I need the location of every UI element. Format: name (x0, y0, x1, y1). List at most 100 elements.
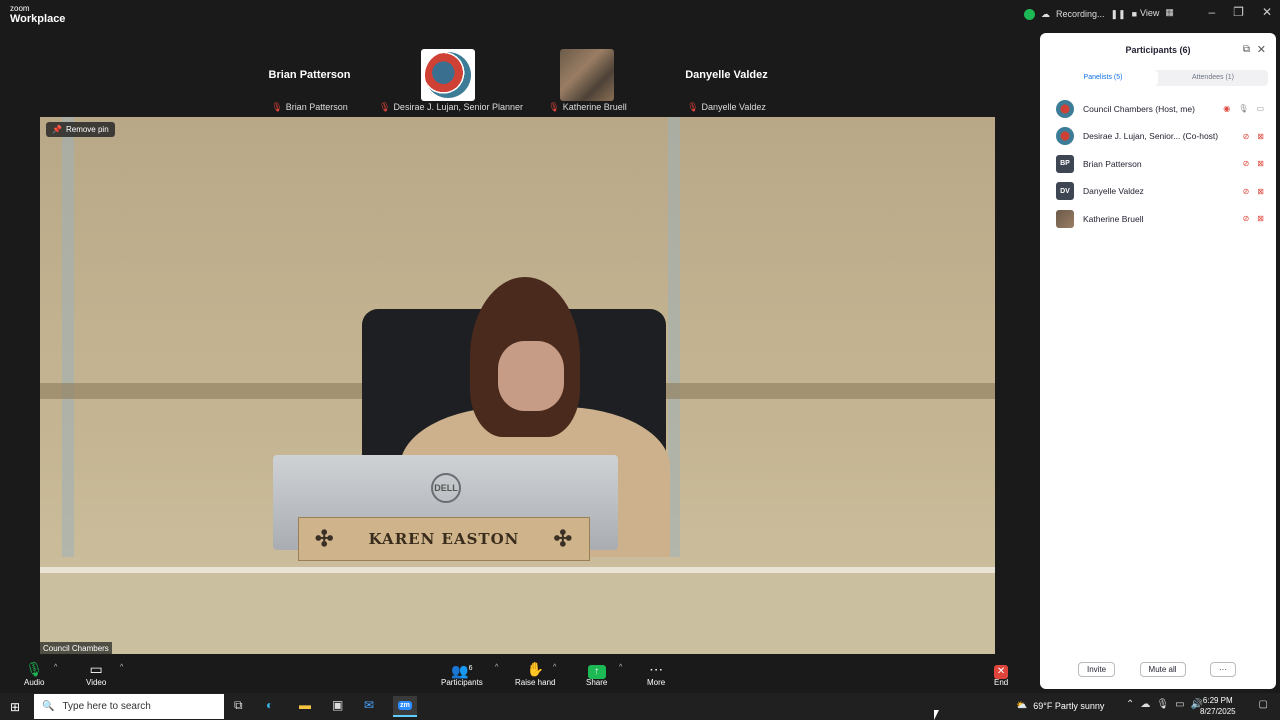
share-button[interactable]: ↑ Share ^ (586, 660, 622, 687)
camera-off-icon[interactable]: ⊠ (1257, 214, 1264, 223)
tile-label: 🎙 Katherine Bruell (518, 102, 657, 113)
zoom-logo: zoom Workplace (10, 4, 65, 25)
participant-avatar (1056, 127, 1074, 146)
list-item[interactable]: DV Danyelle Valdez ⊘ ⊠ (1056, 178, 1266, 206)
minimize-button[interactable]: – (1208, 5, 1215, 19)
view-button[interactable]: View ▦ (1140, 7, 1174, 18)
tile-name: Danyelle Valdez (685, 69, 768, 81)
onedrive-icon[interactable]: ☁ (1140, 699, 1150, 710)
end-button[interactable]: ✕ End (994, 660, 1008, 687)
participant-list: Council Chambers (Host, me) ◉ 🎙 ▭ Desirae … (1056, 95, 1266, 233)
main-video[interactable]: DELL ✣ KAREN EASTON ✣ (40, 117, 995, 654)
raise-hand-button[interactable]: ✋ Raise hand ^ (515, 660, 556, 687)
system-tray: ⌃ ☁ 🎙 ▭ 🔊 (1126, 699, 1203, 710)
participant-avatar: DV (1056, 182, 1074, 201)
clock[interactable]: 6:29 PM 8/27/2025 (1200, 695, 1236, 717)
participant-name: Council Chambers (Host, me) (1083, 103, 1195, 114)
gallery-tile[interactable]: 🎙 Desirae J. Lujan, Senior Planner (379, 46, 523, 124)
mail-icon[interactable]: ✉ (364, 698, 374, 712)
more-options-button[interactable]: ··· (1209, 662, 1236, 677)
recording-label: Recording... (1056, 9, 1105, 19)
chevron-up-icon[interactable]: ^ (495, 664, 498, 671)
tile-label: 🎙 Desirae J. Lujan, Senior Planner (379, 102, 523, 113)
clock-date: 8/27/2025 (1200, 707, 1236, 716)
tab-panelists[interactable]: Panelists (5) (1048, 70, 1158, 86)
muted-mic-icon[interactable]: ⊘ (1243, 187, 1250, 196)
participant-name: Desirae J. Lujan, Senior... (Co-host) (1083, 131, 1219, 142)
video-label: Video (86, 678, 107, 687)
remove-pin-label: Remove pin (65, 125, 109, 134)
meeting-toolbar: 🎙 Audio ^ ▭ Video ^ 👥6 Participants ^ ✋ … (0, 656, 1038, 693)
city-logo-icon (425, 52, 471, 98)
muted-mic-icon[interactable]: ⊘ (1243, 159, 1250, 168)
tile-name: Brian Patterson (268, 69, 351, 81)
audio-label: Audio (24, 678, 45, 687)
gallery-tile[interactable]: 🎙 Katherine Bruell (518, 46, 657, 124)
end-label: End (994, 678, 1009, 687)
close-icon[interactable]: ✕ (1257, 43, 1266, 56)
tile-label-text: Danyelle Valdez (701, 102, 766, 112)
camera-off-icon[interactable]: ⊠ (1257, 132, 1264, 141)
tab-attendees[interactable]: Attendees (1) (1158, 70, 1268, 86)
participant-avatar (421, 49, 475, 101)
participants-panel: Participants (6) ⧉ ✕ Panelists (5) Atten… (1040, 33, 1276, 689)
search-icon: 🔍 (42, 701, 55, 712)
chevron-up-icon[interactable]: ^ (553, 664, 556, 671)
security-shield-icon (1024, 8, 1035, 20)
chevron-up-icon[interactable]: ^ (120, 664, 123, 671)
notification-icon[interactable]: ▢ (1259, 699, 1268, 710)
windows-start-icon[interactable]: ⊞ (10, 700, 20, 714)
list-item[interactable]: Desirae J. Lujan, Senior... (Co-host) ⊘ ⊠ (1056, 123, 1266, 151)
network-icon[interactable]: ▭ (1175, 699, 1184, 710)
list-item[interactable]: BP Brian Patterson ⊘ ⊠ (1056, 150, 1266, 178)
muted-mic-icon[interactable]: ⊘ (1243, 132, 1250, 141)
audio-button[interactable]: 🎙 Audio ^ (24, 660, 57, 687)
close-button[interactable]: ✕ (1262, 5, 1272, 19)
window-controls: – ❐ ✕ (1208, 5, 1272, 19)
panel-tabs: Panelists (5) Attendees (1) (1048, 70, 1268, 86)
weather-widget[interactable]: ⛅ 69°F Partly sunny (1016, 700, 1104, 711)
chevron-up-icon[interactable]: ^ (54, 664, 57, 671)
search-placeholder: Type here to search (62, 701, 151, 712)
popout-icon[interactable]: ⧉ (1243, 44, 1250, 55)
camera-off-icon[interactable]: ⊠ (1257, 159, 1264, 168)
camera-icon[interactable]: ▭ (1256, 104, 1264, 113)
chevron-up-icon[interactable]: ⌃ (1126, 699, 1134, 710)
clock-time: 6:29 PM (1202, 696, 1233, 705)
muted-mic-icon: 🎙 (379, 102, 391, 112)
panel-title: Participants (6) (1125, 45, 1191, 55)
mic-icon[interactable]: 🎙 (1156, 699, 1169, 710)
mute-all-button[interactable]: Mute all (1139, 662, 1186, 677)
pause-icon[interactable]: ❚❚ (1111, 9, 1126, 20)
recording-dot-icon: ◉ (1223, 104, 1231, 114)
more-button[interactable]: ⋯ More (647, 660, 665, 687)
taskbar-search[interactable]: 🔍 Type here to search (34, 694, 224, 719)
title-bar: zoom Workplace ☁ Recording... ❚❚ ■ View … (0, 0, 1280, 28)
list-item[interactable]: Council Chambers (Host, me) ◉ 🎙 ▭ (1056, 95, 1266, 123)
edge-icon[interactable]: ◐ (266, 698, 273, 712)
zia-symbol-icon: ✣ (553, 526, 573, 552)
mic-icon[interactable]: 🎙 (1238, 104, 1248, 113)
file-explorer-icon[interactable]: ▬ (299, 698, 311, 712)
video-button[interactable]: ▭ Video ^ (86, 660, 123, 687)
stop-icon[interactable]: ■ (1132, 9, 1137, 19)
muted-mic-icon: 🎙 (271, 102, 283, 112)
gallery-tile[interactable]: Danyelle Valdez 🎙 Danyelle Valdez (657, 46, 796, 124)
task-view-icon[interactable]: ⧉ (234, 698, 243, 713)
speaker-face (498, 341, 564, 411)
gallery-tile[interactable]: Brian Patterson 🎙 Brian Patterson (240, 46, 379, 124)
participant-controls: ⊘ ⊠ (1243, 132, 1264, 141)
chevron-up-icon[interactable]: ^ (619, 664, 622, 671)
view-label: View (1140, 7, 1160, 18)
list-item[interactable]: Katherine Bruell ⊘ ⊠ (1056, 205, 1266, 233)
participant-avatar: BP (1056, 154, 1074, 173)
remove-pin-button[interactable]: 📌 Remove pin (46, 122, 115, 137)
invite-button[interactable]: Invite (1078, 662, 1116, 677)
participants-button[interactable]: 👥6 Participants ^ (441, 660, 498, 687)
muted-mic-icon[interactable]: ⊘ (1243, 214, 1250, 223)
camera-off-icon[interactable]: ⊠ (1257, 187, 1264, 196)
restore-button[interactable]: ❐ (1233, 5, 1244, 19)
store-icon[interactable]: ▣ (332, 698, 343, 712)
zoom-taskbar-icon[interactable]: zm (393, 696, 417, 717)
recording-status[interactable]: ☁ Recording... ❚❚ ■ (1024, 6, 1137, 22)
